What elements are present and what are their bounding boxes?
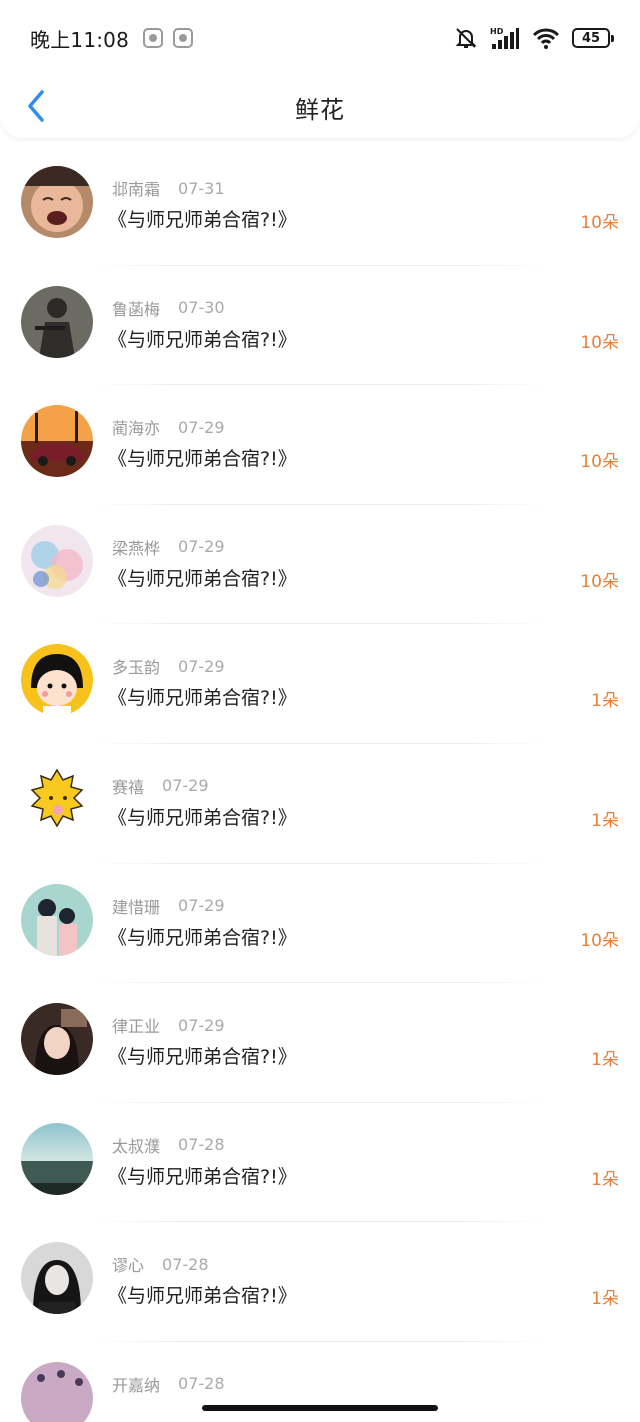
list-item[interactable]: 梁燕桦 07-29 《与师兄师弟合宿?!》 10朵 xyxy=(0,505,640,625)
status-notification-icons xyxy=(143,28,194,48)
date: 07-28 xyxy=(178,1135,225,1155)
yellow-lion-avatar[interactable] xyxy=(21,763,93,836)
book-title: 《与师兄师弟合宿?!》 xyxy=(108,1046,297,1069)
page-title: 鲜花 xyxy=(295,95,345,124)
username: 赛禧 xyxy=(112,777,145,797)
sea-landscape-avatar[interactable] xyxy=(21,1122,93,1195)
flower-count: 1朵 xyxy=(591,810,619,831)
book-title: 《与师兄师弟合宿?!》 xyxy=(108,687,297,710)
date: 07-29 xyxy=(178,896,225,916)
item-meta: 律正业 07-29 xyxy=(112,1013,225,1037)
list-item[interactable]: 多玉韵 07-29 《与师兄师弟合宿?!》 1朵 xyxy=(0,624,640,744)
username: 鲁菡梅 xyxy=(112,299,161,319)
flower-count: 10朵 xyxy=(580,930,619,951)
item-meta: 鲁菡梅 07-30 xyxy=(112,296,225,320)
pink-pattern-avatar[interactable] xyxy=(21,1361,93,1422)
item-meta: 谬心 07-28 xyxy=(112,1252,209,1276)
date: 07-28 xyxy=(178,1374,225,1394)
date: 07-29 xyxy=(178,656,225,676)
svg-text:HD: HD xyxy=(490,27,504,36)
flower-count: 1朵 xyxy=(591,1169,619,1190)
username: 建惜珊 xyxy=(112,897,161,917)
flower-count: 10朵 xyxy=(580,571,619,592)
flower-count: 10朵 xyxy=(580,332,619,353)
item-meta: 多玉韵 07-29 xyxy=(112,654,225,678)
status-right-icons: HD 45 xyxy=(454,26,614,50)
flower-count: 10朵 xyxy=(580,452,619,473)
back-button[interactable] xyxy=(18,86,54,126)
list-item[interactable]: 邶南霜 07-31 《与师兄师弟合宿?!》 10朵 xyxy=(0,146,640,266)
item-meta: 梁燕桦 07-29 xyxy=(112,535,225,559)
item-meta: 太叔濮 07-28 xyxy=(112,1133,225,1157)
bw-portrait-avatar[interactable] xyxy=(21,1242,93,1315)
crying-baby-avatar[interactable] xyxy=(21,166,93,238)
date: 07-30 xyxy=(178,298,225,318)
username: 邶南霜 xyxy=(112,180,161,199)
book-title: 《与师兄师弟合宿?!》 xyxy=(108,806,297,829)
signal-icon: HD xyxy=(490,27,519,49)
cartoon-girl-avatar[interactable] xyxy=(21,644,93,717)
book-title: 《与师兄师弟合宿?!》 xyxy=(108,1165,297,1188)
username: 律正业 xyxy=(112,1017,161,1037)
book-title: 《与师兄师弟合宿?!》 xyxy=(108,1285,297,1308)
date: 07-29 xyxy=(178,537,225,557)
chevron-left-icon xyxy=(28,90,44,122)
nav-bar: 鲜花 xyxy=(0,76,640,138)
username: 开嘉纳 xyxy=(112,1375,161,1395)
book-title: 《与师兄师弟合宿?!》 xyxy=(108,567,297,590)
book-title: 《与师兄师弟合宿?!》 xyxy=(108,448,297,471)
sunset-car-avatar[interactable] xyxy=(21,405,93,478)
date: 07-29 xyxy=(162,776,209,796)
battery-level: 45 xyxy=(581,30,601,46)
date: 07-29 xyxy=(178,417,225,437)
list-item[interactable]: 律正业 07-29 《与师兄师弟合宿?!》 1朵 xyxy=(0,983,640,1103)
list-item[interactable]: 鲁菡梅 07-30 《与师兄师弟合宿?!》 10朵 xyxy=(0,266,640,386)
status-bar: 晚上11:08 HD 45 xyxy=(0,0,640,76)
username: 蔺海亦 xyxy=(112,419,161,439)
app-notification-icon-2 xyxy=(173,28,194,48)
wifi-icon xyxy=(532,28,560,49)
item-meta: 赛禧 07-29 xyxy=(112,774,209,798)
watercolor-art-avatar[interactable] xyxy=(21,524,93,597)
flower-count: 1朵 xyxy=(591,1050,619,1071)
book-title: 《与师兄师弟合宿?!》 xyxy=(108,926,297,949)
list-item[interactable]: 太叔濮 07-28 《与师兄师弟合宿?!》 1朵 xyxy=(0,1103,640,1223)
date: 07-31 xyxy=(178,178,225,198)
screen: 晚上11:08 HD 45 鲜花 邶南霜 07-31 《与师兄师弟合宿?!》 1… xyxy=(0,0,640,1422)
item-meta: 蔺海亦 07-29 xyxy=(112,415,225,439)
date: 07-28 xyxy=(162,1254,209,1274)
list-item[interactable]: 谬心 07-28 《与师兄师弟合宿?!》 1朵 xyxy=(0,1222,640,1342)
home-indicator[interactable] xyxy=(202,1405,438,1411)
flower-count: 10朵 xyxy=(580,213,619,233)
username: 多玉韵 xyxy=(112,658,161,678)
book-title: 《与师兄师弟合宿?!》 xyxy=(108,328,297,351)
list-item[interactable]: 赛禧 07-29 《与师兄师弟合宿?!》 1朵 xyxy=(0,744,640,864)
list-item[interactable]: 蔺海亦 07-29 《与师兄师弟合宿?!》 10朵 xyxy=(0,385,640,505)
flower-list: 邶南霜 07-31 《与师兄师弟合宿?!》 10朵 鲁菡梅 07-30 《与师兄… xyxy=(0,146,640,1422)
username: 谬心 xyxy=(112,1256,145,1276)
date: 07-29 xyxy=(178,1015,225,1035)
flower-count: 1朵 xyxy=(591,1289,619,1310)
girl-portrait-avatar[interactable] xyxy=(21,1003,93,1076)
username: 太叔濮 xyxy=(112,1136,161,1156)
status-time: 晚上11:08 xyxy=(30,27,130,52)
item-meta: 邶南霜 07-31 xyxy=(112,176,225,200)
item-meta: 建惜珊 07-29 xyxy=(112,894,225,918)
flower-count: 1朵 xyxy=(591,691,619,712)
app-notification-icon xyxy=(143,28,164,48)
mute-bell-icon xyxy=(455,28,477,48)
username: 梁燕桦 xyxy=(112,538,161,558)
book-title: 《与师兄师弟合宿?!》 xyxy=(108,209,297,231)
couple-illustration-avatar[interactable] xyxy=(21,883,93,956)
armored-soldier-avatar[interactable] xyxy=(21,285,93,358)
battery-icon: 45 xyxy=(572,28,614,48)
item-meta: 开嘉纳 07-28 xyxy=(112,1372,225,1396)
list-item[interactable]: 建惜珊 07-29 《与师兄师弟合宿?!》 10朵 xyxy=(0,864,640,984)
